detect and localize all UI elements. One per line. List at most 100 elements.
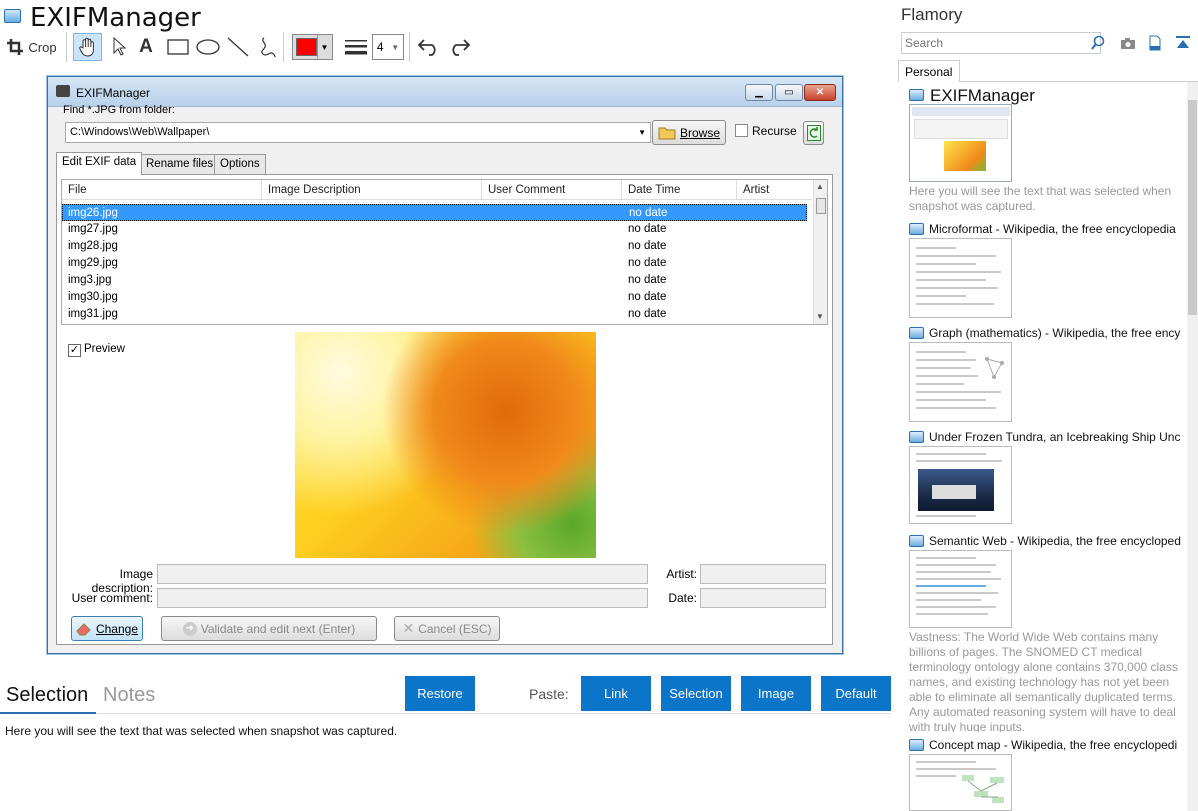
snapshot-title[interactable]: Graph (mathematics) - Wikipedia, the fre… (929, 326, 1181, 340)
tab-notes[interactable]: Notes (103, 684, 155, 707)
toolbar-divider (409, 32, 410, 62)
maximize-button[interactable]: ▭ (775, 84, 803, 101)
paste-link-button[interactable]: Link (581, 676, 651, 711)
minimize-button[interactable]: ▁ (745, 84, 773, 101)
recurse-checkbox[interactable] (735, 124, 748, 137)
scrollbar-thumb[interactable] (816, 198, 826, 214)
text-icon: A (139, 36, 153, 57)
list-scrollbar[interactable]: ▲ ▼ (813, 180, 827, 324)
paste-default-button[interactable]: Default (821, 676, 891, 711)
window-titlebar: EXIFManager ▁ ▭ ✕ (48, 77, 842, 107)
column-header-file[interactable]: File (68, 184, 87, 196)
change-label: Change (95, 621, 139, 636)
restore-button[interactable]: Restore (405, 676, 475, 711)
hand-tool[interactable] (73, 33, 102, 61)
scroll-up-icon[interactable]: ▲ (816, 182, 824, 191)
table-row[interactable]: img29.jpg no date (62, 255, 807, 272)
snapshot-title[interactable]: EXIFManager (930, 86, 1186, 106)
table-row[interactable]: img31.jpg no date (62, 306, 807, 323)
browse-button[interactable]: Browse (652, 120, 726, 145)
table-row[interactable]: img3.jpg no date (62, 272, 807, 289)
line-width-select[interactable]: 4 ▼ (372, 34, 404, 60)
validate-label: Validate and edit next (Enter) (200, 621, 356, 636)
selected-text: Here you will see the text that was sele… (5, 724, 398, 738)
text-tool[interactable]: A (134, 33, 158, 61)
scroll-down-icon[interactable]: ▼ (816, 312, 824, 321)
chevron-down-icon: ▼ (317, 35, 331, 59)
tab-options[interactable]: Options (214, 154, 266, 174)
file-cell: img3.jpg (68, 274, 112, 286)
search-input[interactable] (901, 32, 1101, 54)
line-width-icon (343, 33, 369, 61)
undo-icon (418, 39, 436, 56)
active-tab-indicator (0, 712, 96, 714)
minimize-icon: ▁ (755, 87, 763, 98)
crop-icon (7, 39, 24, 55)
paste-selection-button[interactable]: Selection (661, 676, 731, 711)
page-icon (909, 89, 924, 101)
table-row[interactable]: img30.jpg no date (62, 289, 807, 306)
column-header-date-time[interactable]: Date Time (628, 184, 680, 196)
refresh-button[interactable] (803, 121, 824, 145)
line-tool[interactable] (225, 33, 251, 61)
collapse-icon[interactable] (1175, 35, 1191, 51)
column-header-user-comment[interactable]: User Comment (488, 184, 565, 196)
snapshot-title[interactable]: Microformat - Wikipedia, the free encycl… (929, 222, 1181, 236)
snapshot-thumbnail[interactable] (909, 104, 1012, 182)
snapshot-title[interactable]: Concept map - Wikipedia, the free encycl… (929, 738, 1181, 752)
snapshot-thumbnail[interactable] (909, 446, 1012, 524)
snapshot-thumbnail[interactable] (909, 238, 1012, 318)
snapshot-thumbnail[interactable] (909, 342, 1012, 422)
redo-button[interactable] (446, 33, 472, 61)
select-tool[interactable] (107, 33, 131, 61)
ellipse-tool[interactable] (194, 33, 222, 61)
crop-label: Crop (28, 39, 57, 55)
date-field[interactable] (700, 588, 826, 608)
date-cell: no date (628, 223, 667, 235)
artist-field[interactable] (700, 564, 826, 584)
tab-personal[interactable]: Personal (898, 60, 960, 82)
paste-image-button[interactable]: Image (741, 676, 811, 711)
page-icon (909, 327, 924, 339)
document-icon[interactable] (1147, 35, 1163, 51)
tab-edit-exif-data[interactable]: Edit EXIF data (56, 152, 143, 175)
image-description-field[interactable] (157, 564, 648, 584)
close-button[interactable]: ✕ (804, 84, 836, 101)
column-header-artist[interactable]: Artist (743, 184, 769, 196)
undo-button[interactable] (416, 33, 442, 61)
folder-icon (658, 127, 676, 139)
snapshot-thumbnail[interactable] (909, 550, 1012, 628)
snapshot-title[interactable]: Semantic Web - Wikipedia, the free encyc… (929, 534, 1181, 548)
snapshot-title[interactable]: Under Frozen Tundra, an Icebreaking Ship… (929, 430, 1181, 444)
table-row[interactable]: img27.jpg no date (62, 221, 807, 238)
snapshot-thumbnail[interactable] (909, 754, 1012, 811)
table-row[interactable]: img28.jpg no date (62, 238, 807, 255)
search-icon[interactable] (1090, 35, 1106, 51)
rectangle-tool[interactable] (164, 33, 192, 61)
tab-selection[interactable]: Selection (6, 684, 88, 707)
hand-icon (78, 37, 94, 57)
column-divider (621, 180, 622, 200)
color-swatch (296, 38, 317, 56)
toolbar-divider (283, 32, 284, 62)
crop-tool[interactable]: Crop (6, 33, 58, 61)
flamory-title: Flamory (901, 5, 963, 24)
user-comment-field[interactable] (157, 588, 648, 608)
validate-and-edit-next-button[interactable]: ➜ Validate and edit next (Enter) (161, 616, 377, 641)
arrow-right-circle-icon: ➜ (182, 621, 197, 636)
camera-icon (56, 85, 70, 97)
folder-path-combobox[interactable]: C:\Windows\Web\Wallpaper\ ▼ (65, 122, 651, 143)
close-icon: ✕ (815, 87, 825, 98)
file-cell: img31.jpg (68, 308, 118, 320)
cancel-button[interactable]: ✕ Cancel (ESC) (394, 616, 500, 641)
table-row[interactable]: img26.jpg no date (62, 204, 807, 221)
freehand-tool[interactable] (255, 33, 281, 61)
color-picker[interactable]: ▼ (292, 34, 333, 60)
scrollbar-thumb[interactable] (1188, 100, 1197, 315)
camera-icon[interactable] (1120, 35, 1136, 51)
preview-checkbox[interactable]: ✓ (68, 344, 81, 357)
tab-rename-files[interactable]: Rename files (140, 154, 220, 174)
column-header-image-description[interactable]: Image Description (268, 184, 361, 196)
file-list[interactable]: File Image Description User Comment Date… (61, 179, 828, 325)
change-button[interactable]: Change (71, 616, 143, 641)
